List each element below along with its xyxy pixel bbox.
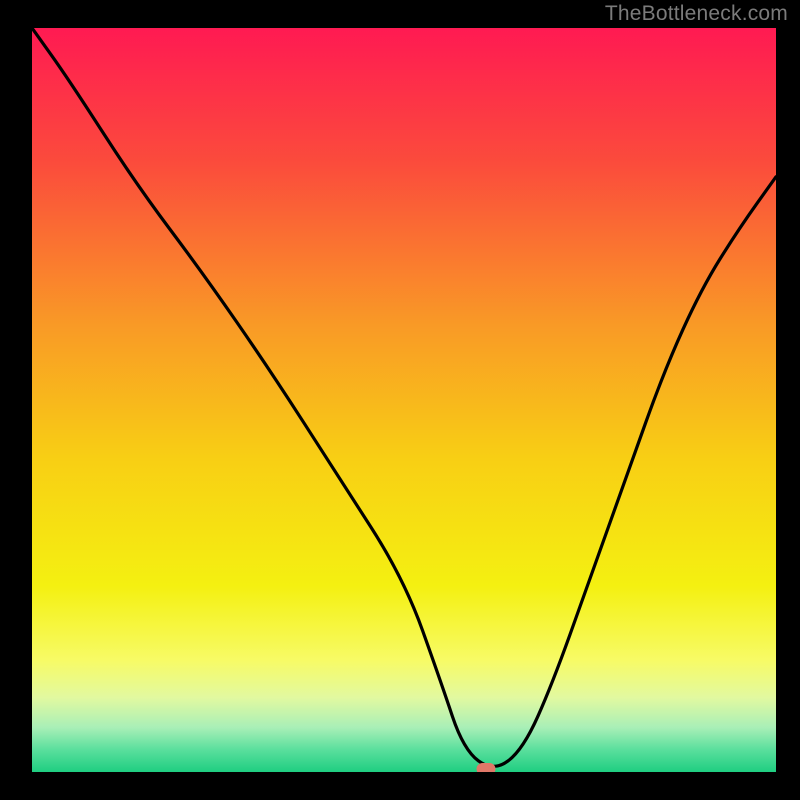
chart-frame: TheBottleneck.com bbox=[0, 0, 800, 800]
chart-svg bbox=[32, 28, 776, 772]
gradient-bg bbox=[32, 28, 776, 772]
plot-area bbox=[32, 28, 776, 772]
minimum-marker bbox=[476, 763, 495, 772]
watermark-text: TheBottleneck.com bbox=[605, 2, 788, 26]
